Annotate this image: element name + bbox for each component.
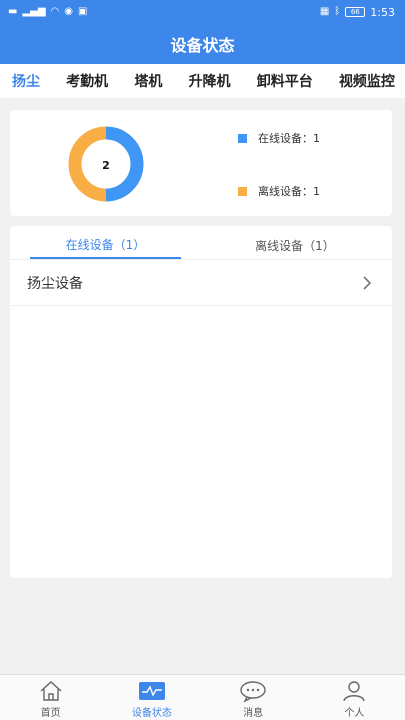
chevron-right-icon (363, 276, 372, 290)
legend-online: 在线设备： 1 (238, 130, 320, 146)
nav-profile[interactable]: 个人 (304, 675, 405, 720)
legend-online-label: 在线设备： (258, 132, 313, 145)
tab-tower-crane[interactable]: 塔机 (134, 71, 162, 91)
nav-profile-label: 个人 (344, 708, 365, 719)
category-tabs: 扬尘 考勤机 塔机 升降机 卸料平台 视频监控 (0, 64, 405, 98)
nav-messages-label: 消息 (243, 708, 264, 719)
device-summary-card: 2 在线设备： 1 离线设备： 1 (10, 110, 392, 216)
legend-swatch-online (238, 133, 247, 143)
tab-attendance[interactable]: 考勤机 (66, 71, 108, 91)
nav-home[interactable]: 首页 (0, 675, 101, 720)
donut-total-label: 2 (102, 159, 110, 172)
status-icons-left: ▬ ▂▄▆ ◠ ◉ ▣ (8, 7, 87, 17)
nfc-icon: ▣ (78, 6, 88, 17)
device-list-card: 在线设备（1） 离线设备（1） 扬尘设备 (10, 226, 392, 578)
bottom-navigation: 首页 设备状态 消息 个人 (0, 674, 405, 720)
pulse-icon (138, 682, 165, 700)
legend-offline-count: 1 (313, 184, 320, 198)
eye-icon: ◉ (64, 6, 73, 17)
status-time: 1:53 (370, 5, 395, 19)
wifi-icon: ◠ (50, 6, 60, 17)
tab-online-devices[interactable]: 在线设备（1） (30, 226, 181, 259)
tab-dust[interactable]: 扬尘 (12, 71, 40, 91)
status-icons-right: ▦ ᛒ 66 1:53 (320, 6, 395, 19)
bluetooth-icon: ᛒ (334, 6, 341, 17)
tab-elevator[interactable]: 升降机 (189, 71, 231, 91)
page-header: 设备状态 (0, 24, 405, 64)
page-title: 设备状态 (170, 36, 235, 55)
vibrate-icon: ▦ (319, 6, 330, 17)
legend-swatch-offline (238, 186, 247, 196)
signal-icon: ▂▄▆ (22, 6, 46, 17)
status-bar: ▬ ▂▄▆ ◠ ◉ ▣ ▦ ᛒ 66 1:53 (0, 0, 405, 24)
device-status-tabs: 在线设备（1） 离线设备（1） (10, 226, 392, 260)
legend-online-count: 1 (313, 131, 320, 145)
legend-offline: 离线设备： 1 (238, 183, 320, 199)
person-icon (343, 681, 366, 702)
tab-offline-devices[interactable]: 离线设备（1） (215, 226, 375, 260)
nav-home-label: 首页 (40, 708, 61, 719)
nav-device-status-label: 设备状态 (131, 708, 172, 719)
notification-icon: ▬ (8, 6, 18, 17)
tab-video-monitor[interactable]: 视频监控 (339, 71, 395, 91)
device-name: 扬尘设备 (27, 275, 83, 292)
tab-unloading-platform[interactable]: 卸料平台 (257, 71, 313, 91)
nav-messages[interactable]: 消息 (203, 675, 304, 720)
message-icon (240, 681, 266, 703)
donut-chart: 2 (68, 126, 144, 202)
legend-offline-label: 离线设备： (258, 185, 313, 198)
home-icon (40, 681, 62, 701)
donut-slice-online (105, 126, 144, 202)
battery-icon: 66 (345, 7, 366, 17)
device-list-item[interactable]: 扬尘设备 (10, 260, 392, 306)
nav-device-status[interactable]: 设备状态 (101, 675, 202, 720)
